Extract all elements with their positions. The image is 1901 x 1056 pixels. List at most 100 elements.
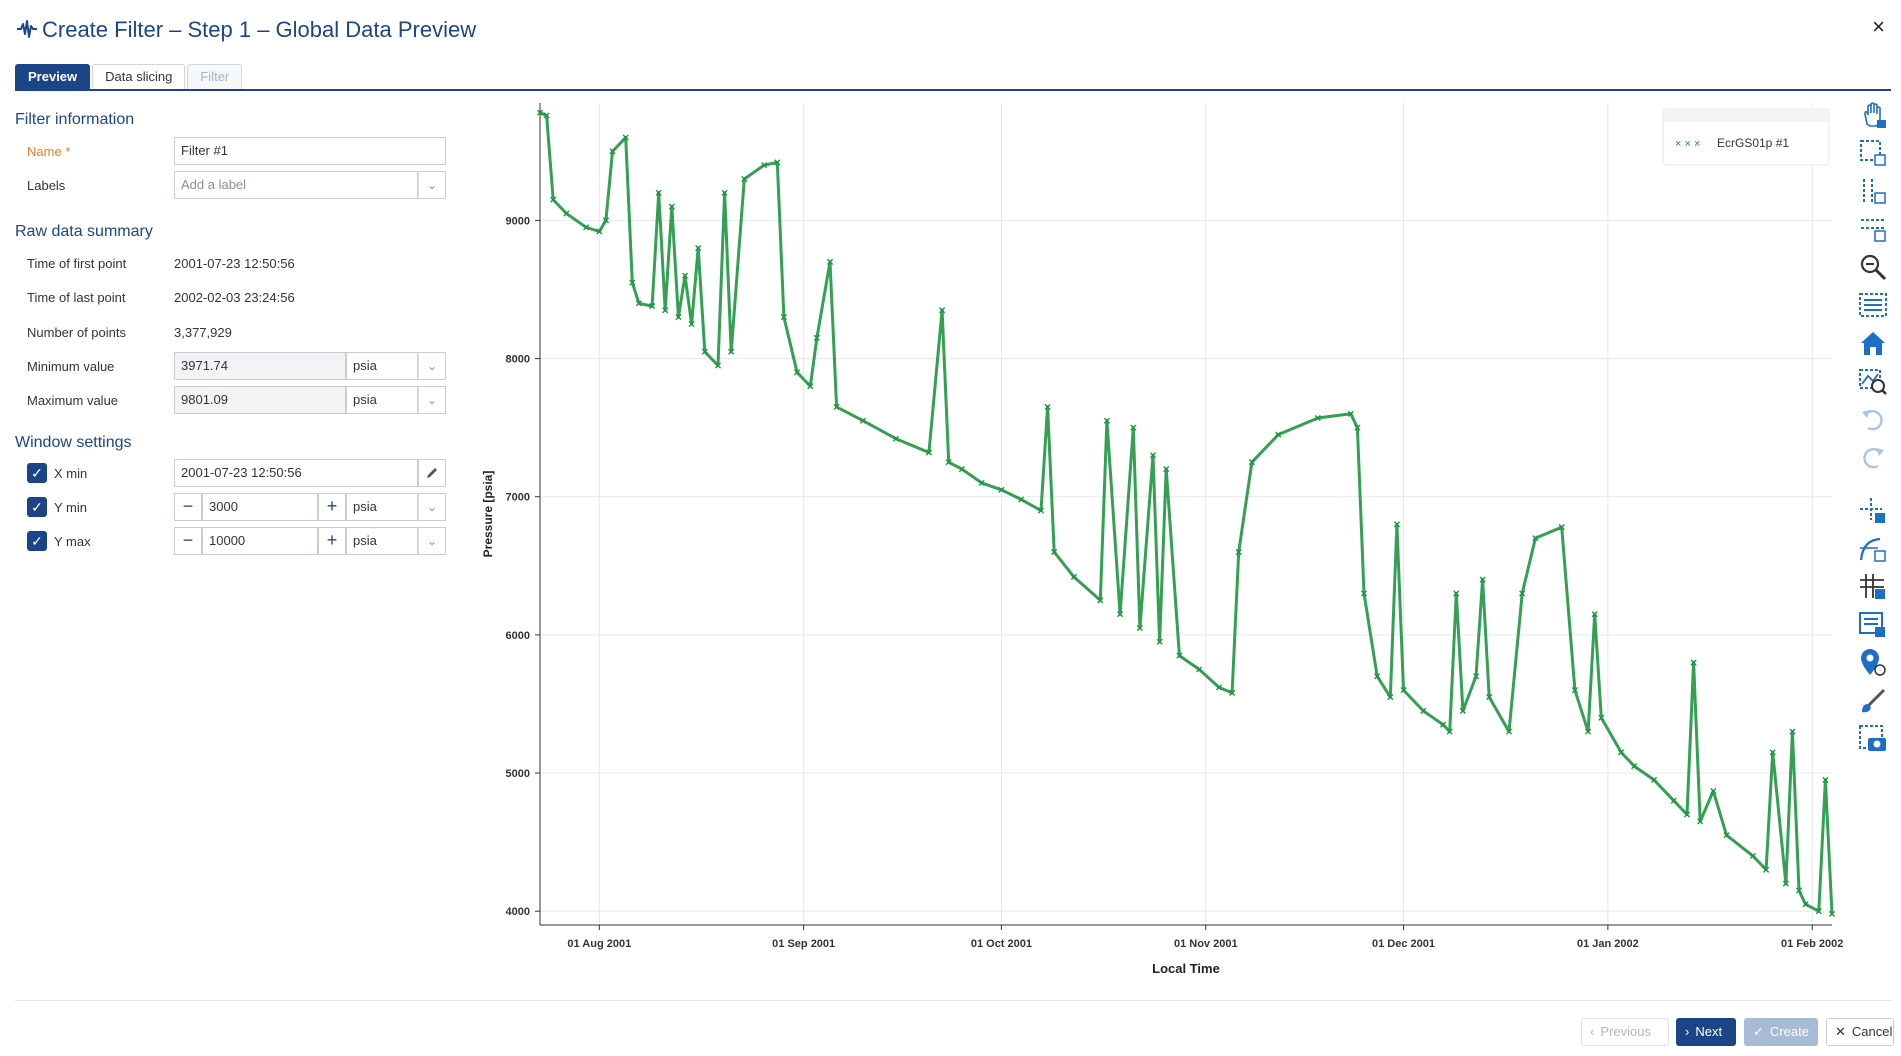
chart-axes: 4000 5000 6000 7000 8000 9000 01 Aug 2001 01 Se… (506, 103, 1843, 950)
legend-marker: × × × (1675, 138, 1700, 150)
home-icon[interactable] (1858, 328, 1888, 358)
zoom-region-icon[interactable] (1858, 366, 1888, 396)
fit-icon[interactable] (1858, 290, 1888, 320)
chevron-down-icon: ⌄ (426, 393, 438, 407)
window-settings-title: Window settings (15, 434, 132, 451)
pan-icon[interactable] (1858, 100, 1888, 130)
ymin-increment-button[interactable]: + (318, 493, 346, 521)
ymin-unit-dropdown-button[interactable]: ⌄ (418, 493, 446, 521)
undo-icon[interactable] (1858, 404, 1888, 434)
x-tick-label: 01 Feb 2002 (1781, 938, 1843, 950)
pressure-chart[interactable]: 4000 5000 6000 7000 8000 9000 01 Aug 2001 01 Se… (470, 95, 1850, 985)
checkmark-icon: ✓ (31, 499, 43, 515)
ymin-decrement-button[interactable]: − (174, 493, 202, 521)
next-button[interactable]: › Next (1676, 1018, 1736, 1046)
xmin-checkbox[interactable]: ✓ (27, 463, 47, 483)
close-button[interactable]: × (1872, 16, 1885, 38)
xmin-edit-button[interactable] (418, 459, 446, 487)
legend-series-name: EcrGS01p #1 (1717, 136, 1789, 150)
min-value-label: Minimum value (27, 359, 115, 374)
curve-icon[interactable] (1858, 534, 1888, 564)
max-value-label: Maximum value (27, 393, 119, 408)
ymax-unit-dropdown-button[interactable]: ⌄ (418, 527, 446, 555)
num-points-value: 3,377,929 (174, 325, 232, 340)
marker-icon[interactable] (1858, 648, 1888, 678)
snapshot-icon[interactable] (1858, 724, 1888, 754)
next-button-label: Next (1695, 1024, 1723, 1039)
y-zoom-icon[interactable] (1858, 214, 1888, 244)
y-axis-label: Pressure [psia] (481, 471, 495, 558)
dialog-title: Create Filter – Step 1 – Global Data Pre… (42, 17, 477, 42)
check-icon: ✓ (1753, 1024, 1764, 1039)
tab-data-slicing[interactable]: Data slicing (92, 64, 186, 90)
legend-header (1664, 110, 1828, 122)
previous-button: ‹ Previous (1581, 1018, 1669, 1046)
close-icon: ✕ (1835, 1024, 1846, 1039)
chevron-down-icon: ⌄ (426, 534, 438, 548)
y-tick-label: 6000 (506, 630, 530, 642)
ymin-unit-select[interactable]: psia (346, 493, 418, 521)
box-zoom-icon[interactable] (1858, 138, 1888, 168)
x-tick-label: 01 Sep 2001 (772, 938, 835, 950)
brush-icon[interactable] (1858, 686, 1888, 716)
y-tick-label: 5000 (506, 768, 530, 780)
x-tick-label: 01 Aug 2001 (567, 938, 631, 950)
crosshair-icon[interactable] (1858, 496, 1888, 526)
ymin-input[interactable]: 3000 (202, 493, 318, 521)
labels-input[interactable]: Add a label (174, 171, 418, 199)
y-tick-label: 7000 (506, 492, 530, 504)
cancel-button-label: Cancel (1851, 1024, 1893, 1039)
legend-icon[interactable] (1858, 610, 1888, 640)
xmin-input[interactable]: 2001-07-23 12:50:56 (174, 459, 418, 487)
min-unit-dropdown-button[interactable]: ⌄ (418, 352, 446, 380)
ymax-unit-select[interactable]: psia (346, 527, 418, 555)
tab-underline (15, 89, 1891, 91)
name-input[interactable]: Filter #1 (174, 137, 446, 165)
zoom-icon[interactable] (1858, 252, 1888, 282)
waveform-icon (17, 20, 37, 38)
ymax-input[interactable]: 10000 (202, 527, 318, 555)
redo-icon[interactable] (1858, 442, 1888, 472)
chevron-right-icon: › (1685, 1024, 1690, 1039)
min-unit-select[interactable]: psia (346, 352, 418, 380)
max-unit-dropdown-button[interactable]: ⌄ (418, 386, 446, 414)
min-value-field: 3971.74 (174, 352, 346, 380)
last-point-value: 2002-02-03 23:24:56 (174, 290, 295, 305)
chevron-down-icon: ⌄ (426, 359, 438, 373)
x-zoom-icon[interactable] (1858, 176, 1888, 206)
labels-label: Labels (27, 178, 66, 193)
first-point-label: Time of first point (27, 256, 127, 271)
checkmark-icon: ✓ (31, 533, 43, 549)
ymin-label: Y min (54, 500, 87, 515)
raw-data-summary-title: Raw data summary (15, 223, 153, 240)
chart-grid (540, 103, 1832, 925)
ymax-checkbox[interactable]: ✓ (27, 531, 47, 551)
name-label: Name * (27, 144, 70, 159)
tab-preview[interactable]: Preview (15, 64, 91, 90)
x-tick-label: 01 Dec 2001 (1372, 938, 1435, 950)
first-point-value: 2001-07-23 12:50:56 (174, 256, 295, 271)
y-tick-label: 9000 (506, 215, 530, 227)
last-point-label: Time of last point (27, 290, 126, 305)
tab-filter: Filter (187, 64, 243, 90)
create-button: ✓ Create (1744, 1018, 1818, 1046)
ymax-increment-button[interactable]: + (318, 527, 346, 555)
grid-icon[interactable] (1858, 572, 1888, 602)
ymax-decrement-button[interactable]: − (174, 527, 202, 555)
chevron-down-icon: ⌄ (426, 500, 438, 514)
ymax-label: Y max (54, 534, 91, 549)
x-tick-label: 01 Nov 2001 (1174, 938, 1238, 950)
tab-bar: Preview Data slicing Filter (15, 64, 243, 90)
title-bar: Create Filter – Step 1 – Global Data Pre… (0, 0, 1901, 62)
name-label-text: Name (27, 144, 62, 159)
labels-dropdown-button[interactable]: ⌄ (418, 171, 446, 199)
checkmark-icon: ✓ (31, 465, 43, 481)
pencil-icon (427, 468, 437, 478)
chart-legend[interactable]: × × × EcrGS01p #1 (1662, 108, 1830, 166)
num-points-label: Number of points (27, 325, 126, 340)
max-unit-select[interactable]: psia (346, 386, 418, 414)
x-tick-label: 01 Jan 2002 (1577, 938, 1639, 950)
cancel-button[interactable]: ✕ Cancel (1826, 1018, 1894, 1046)
ymin-checkbox[interactable]: ✓ (27, 497, 47, 517)
x-tick-label: 01 Oct 2001 (971, 938, 1032, 950)
